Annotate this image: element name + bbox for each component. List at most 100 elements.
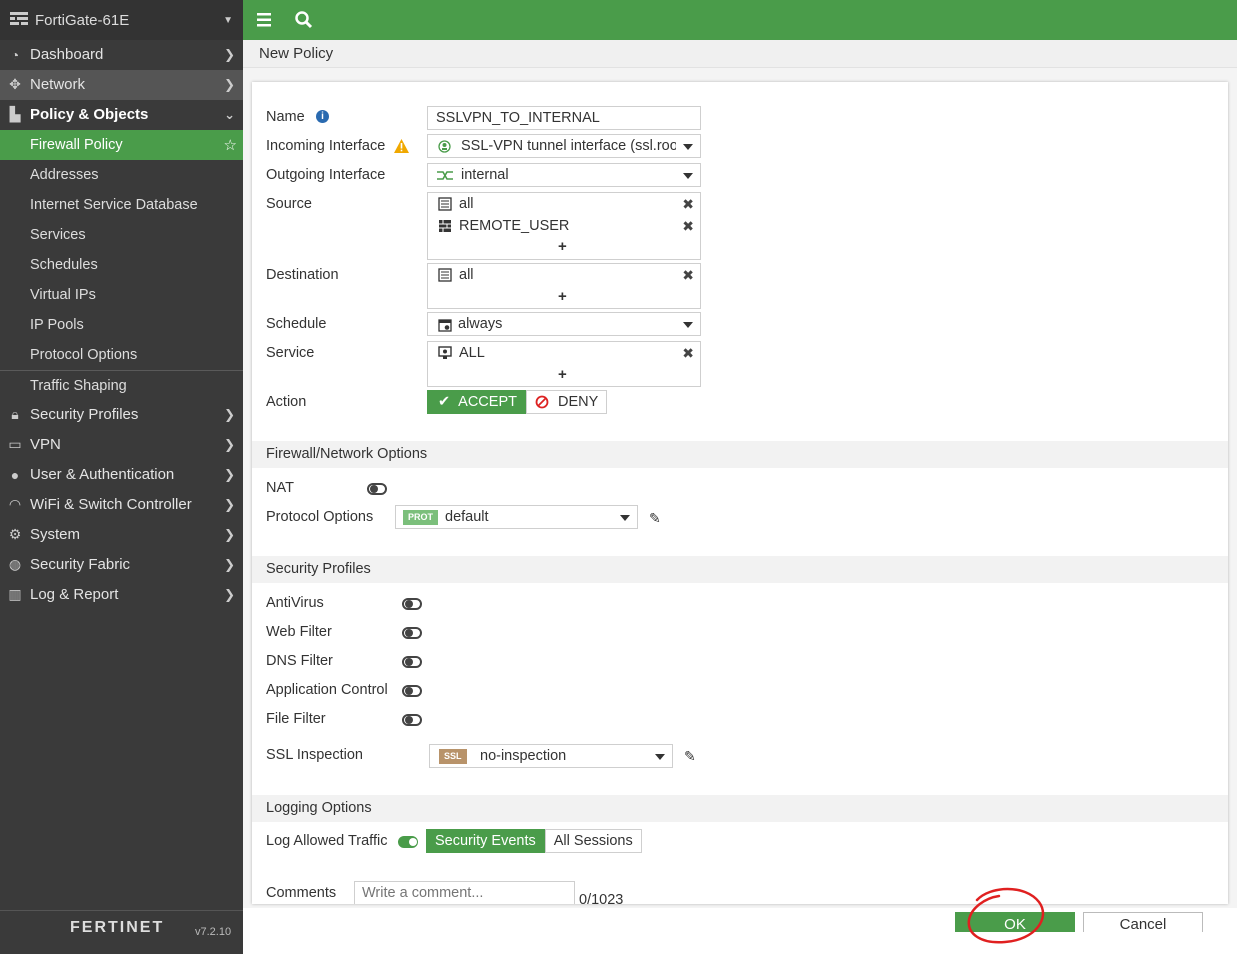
chevron-right-icon: ❯ — [224, 46, 235, 62]
sidebar-item-label: Log & Report — [30, 586, 119, 603]
sidebar: FortiGate-61E ▼ ◔ Dashboard ❯ ✥ Network … — [0, 0, 243, 954]
add-service-icon[interactable]: + — [558, 366, 567, 383]
application-control-toggle[interactable] — [402, 685, 422, 697]
antivirus-toggle[interactable] — [402, 598, 422, 610]
all-sessions-button[interactable]: All Sessions — [544, 829, 642, 853]
remove-source-remote-user-icon[interactable]: ✖ — [682, 218, 694, 235]
destination-field[interactable]: all ✖ + — [427, 263, 701, 309]
sidebar-item-ip-pools[interactable]: IP Pools — [0, 310, 243, 340]
chevron-down-icon — [683, 144, 693, 150]
sidebar-item-protocol-options[interactable]: Protocol Options — [0, 340, 243, 370]
logging-options-header: Logging Options — [252, 795, 1228, 822]
source-field[interactable]: all ✖ REMOTE_USER ✖ + — [427, 192, 701, 260]
sidebar-item-label: Schedules — [30, 257, 98, 273]
chevron-down-icon: ⌄ — [224, 106, 235, 122]
remove-destination-all-icon[interactable]: ✖ — [682, 267, 694, 284]
star-icon[interactable]: ☆ — [224, 136, 237, 154]
calendar-icon — [438, 319, 452, 332]
nat-label: NAT — [266, 480, 294, 496]
sidebar-item-label: VPN — [30, 436, 61, 453]
add-source-icon[interactable]: + — [558, 238, 567, 255]
action-label: Action — [266, 394, 307, 410]
sidebar-item-label: Security Fabric — [30, 556, 131, 573]
sidebar-item-label: Services — [30, 227, 86, 243]
chevron-down-icon — [620, 515, 630, 521]
protocol-options-value: default — [445, 509, 489, 525]
deny-label: DENY — [557, 394, 599, 410]
page-title: New Policy — [243, 40, 1237, 68]
fortigate-icon — [10, 12, 28, 25]
comments-label: Comments — [266, 885, 337, 901]
sidebar-item-traffic-shaping[interactable]: Traffic Shaping — [0, 370, 243, 400]
antivirus-label: AntiVirus — [266, 595, 324, 611]
comments-textarea[interactable] — [354, 881, 575, 904]
sidebar-item-label: Policy & Objects — [30, 106, 149, 123]
sidebar-item-schedules[interactable]: Schedules — [0, 250, 243, 280]
ssl-inspection-label: SSL Inspection — [266, 747, 363, 763]
remove-source-all-icon[interactable]: ✖ — [682, 196, 694, 213]
add-destination-icon[interactable]: + — [558, 288, 567, 305]
name-input[interactable]: SSLVPN_TO_INTERNAL — [427, 106, 701, 130]
security-events-button[interactable]: Security Events — [426, 829, 545, 853]
bottom-strip — [243, 932, 1237, 954]
dns-filter-toggle[interactable] — [402, 656, 422, 668]
service-item-all: ALL — [438, 345, 485, 361]
chevron-down-icon[interactable]: ▼ — [223, 15, 233, 26]
sidebar-item-dashboard[interactable]: ◔ Dashboard ❯ — [0, 40, 243, 70]
search-icon[interactable] — [294, 10, 314, 30]
nat-toggle[interactable] — [367, 483, 387, 495]
incoming-interface-select[interactable]: SSL-VPN tunnel interface (ssl.roo — [427, 134, 701, 158]
chevron-right-icon: ❯ — [224, 526, 235, 542]
sidebar-item-log-report[interactable]: ▥ Log & Report ❯ — [0, 580, 243, 610]
remove-service-all-icon[interactable]: ✖ — [682, 345, 694, 362]
gear-icon: ⚙ — [8, 526, 22, 542]
menu-icon[interactable] — [256, 10, 276, 30]
service-field[interactable]: ALL ✖ + — [427, 341, 701, 387]
sidebar-item-policy-objects[interactable]: ▙ Policy & Objects ⌄ — [0, 100, 243, 130]
destination-label: Destination — [266, 267, 339, 283]
sidebar-item-virtual-ips[interactable]: Virtual IPs — [0, 280, 243, 310]
ssl-badge: SSL — [439, 749, 467, 764]
top-bar — [243, 0, 1237, 40]
source-item-label: all — [459, 196, 474, 212]
sidebar-item-security-profiles[interactable]: 🔒︎ Security Profiles ❯ — [0, 400, 243, 430]
info-icon[interactable]: i — [316, 110, 329, 123]
web-filter-toggle[interactable] — [402, 627, 422, 639]
destination-item-all: all — [438, 267, 474, 283]
user-group-icon — [439, 220, 451, 232]
accept-label: ACCEPT — [458, 394, 517, 410]
interface-icon — [437, 171, 453, 180]
deny-icon — [535, 395, 549, 409]
log-allowed-traffic-toggle[interactable] — [398, 836, 418, 848]
deny-button[interactable]: DENY — [525, 390, 608, 414]
chevron-right-icon: ❯ — [224, 586, 235, 602]
file-filter-toggle[interactable] — [402, 714, 422, 726]
schedule-select[interactable]: always — [427, 312, 701, 336]
sidebar-item-network[interactable]: ✥ Network ❯ — [0, 70, 243, 100]
sidebar-item-services[interactable]: Services — [0, 220, 243, 250]
incoming-interface-value: SSL-VPN tunnel interface (ssl.roo — [461, 138, 676, 154]
protocol-options-select[interactable]: PROT default — [395, 505, 638, 529]
user-icon: ● — [10, 466, 20, 483]
sidebar-item-firewall-policy[interactable]: Firewall Policy ☆ — [0, 130, 243, 160]
sidebar-item-security-fabric[interactable]: ◍ Security Fabric ❯ — [0, 550, 243, 580]
dns-filter-label: DNS Filter — [266, 653, 333, 669]
warning-icon — [394, 139, 409, 153]
outgoing-interface-select[interactable]: internal — [427, 163, 701, 187]
sidebar-item-internet-service-database[interactable]: Internet Service Database — [0, 190, 243, 220]
sidebar-item-label: Internet Service Database — [30, 197, 198, 213]
sidebar-item-system[interactable]: ⚙ System ❯ — [0, 520, 243, 550]
sidebar-footer: FERTINET v7.2.10 — [0, 910, 243, 954]
edit-pencil-icon[interactable]: ✎ — [684, 748, 696, 765]
check-icon: ✔ — [438, 394, 451, 410]
sidebar-item-addresses[interactable]: Addresses — [0, 160, 243, 190]
sidebar-item-vpn[interactable]: ▭ VPN ❯ — [0, 430, 243, 460]
sidebar-item-wifi-switch[interactable]: ◠ WiFi & Switch Controller ❯ — [0, 490, 243, 520]
source-item-label: REMOTE_USER — [459, 218, 570, 234]
source-item-remote-user: REMOTE_USER — [438, 218, 569, 234]
edit-pencil-icon[interactable]: ✎ — [649, 510, 661, 527]
ssl-inspection-select[interactable]: SSL no-inspection — [429, 744, 673, 768]
device-selector[interactable]: FortiGate-61E ▼ — [0, 0, 243, 40]
accept-button[interactable]: ✔ ACCEPT — [427, 390, 526, 414]
sidebar-item-user-authentication[interactable]: ● User & Authentication ❯ — [0, 460, 243, 490]
